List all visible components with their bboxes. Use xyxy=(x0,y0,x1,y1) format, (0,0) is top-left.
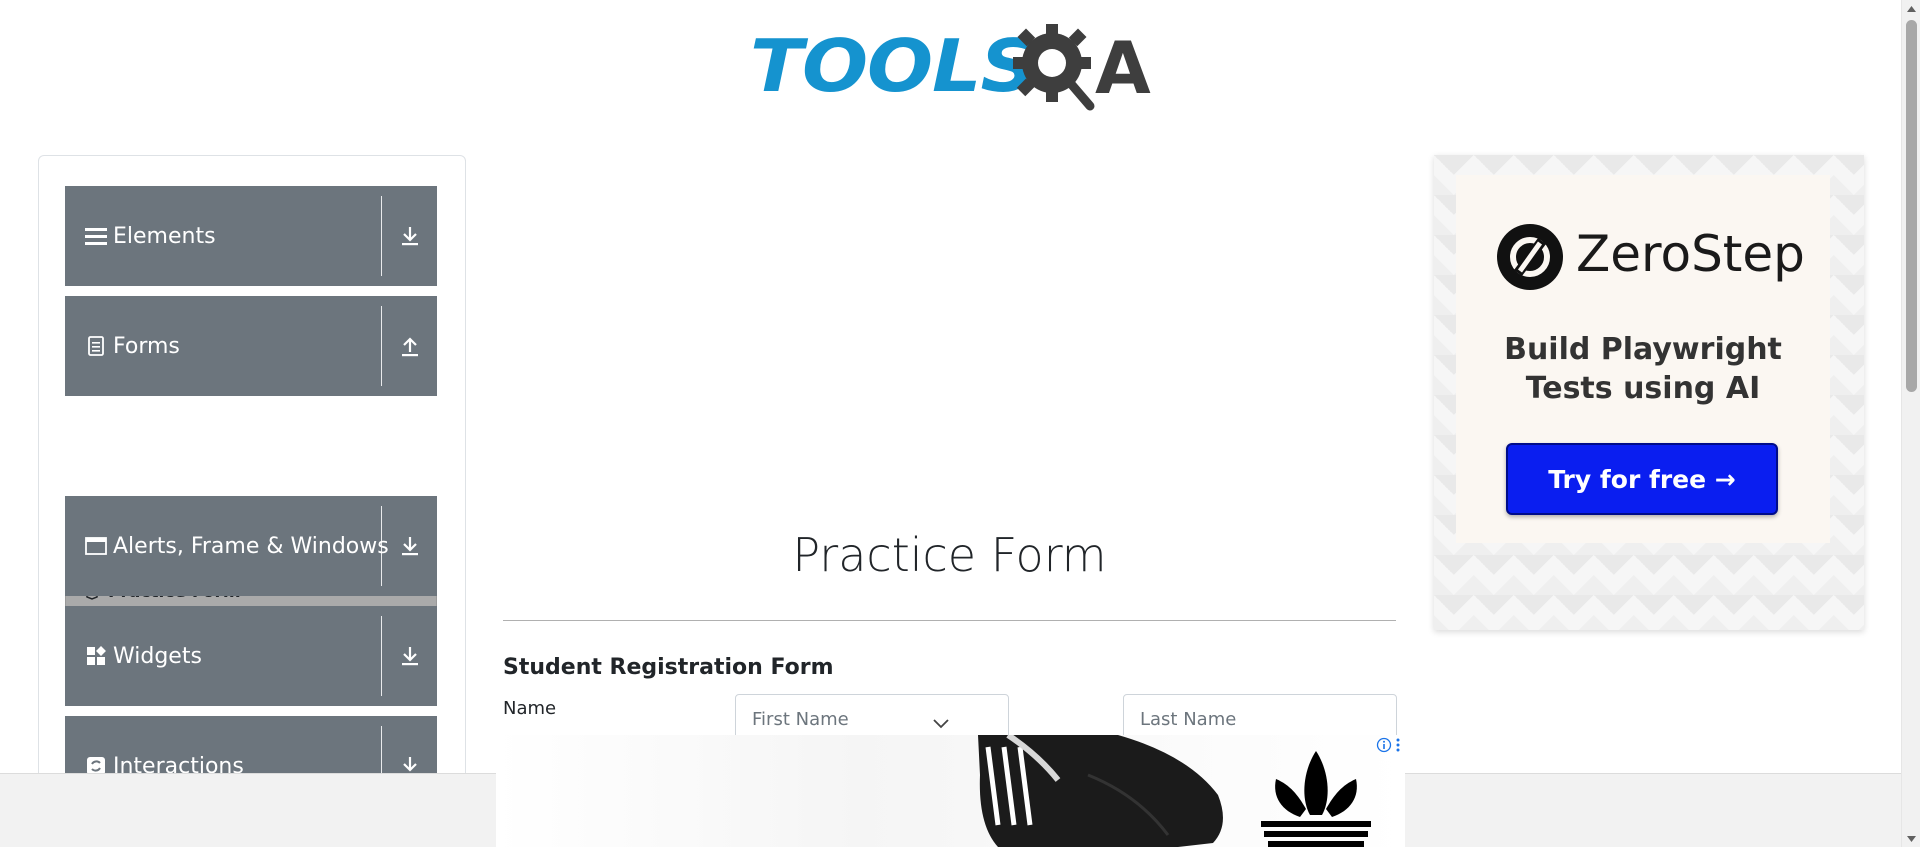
vertical-scrollbar[interactable] xyxy=(1901,0,1920,847)
scroll-down-arrow-icon[interactable] xyxy=(1902,830,1920,847)
divider xyxy=(381,616,382,696)
divider xyxy=(381,196,382,276)
ad-card: ZeroStep Build Playwright Tests using AI… xyxy=(1456,175,1830,543)
hamburger-icon xyxy=(85,225,107,247)
scroll-up-arrow-icon[interactable] xyxy=(1902,0,1920,17)
group-label: Elements xyxy=(113,223,216,249)
site-logo[interactable]: TOOLS A xyxy=(750,18,1155,113)
sidebar-group-widgets[interactable]: Widgets xyxy=(65,606,437,706)
expand-arrow-down-icon[interactable] xyxy=(390,216,430,256)
window-icon xyxy=(85,535,107,557)
ad-tagline: Build Playwright Tests using AI xyxy=(1504,332,1782,406)
group-header[interactable]: Alerts, Frame & Windows xyxy=(65,496,437,596)
form-heading: Student Registration Form xyxy=(503,655,834,680)
group-header[interactable]: Widgets xyxy=(65,606,437,706)
left-sidebar-panel: Elements Forms Practice Form xyxy=(38,155,466,847)
expand-arrow-down-icon[interactable] xyxy=(390,526,430,566)
logo-text-tools: TOOLS xyxy=(750,23,1036,108)
logo-text-a: A xyxy=(1095,26,1151,110)
ad-banner-bottom[interactable] xyxy=(496,735,1405,847)
sidebar-group-elements[interactable]: Elements xyxy=(65,186,437,286)
ad-banner-right[interactable]: ZeroStep Build Playwright Tests using AI… xyxy=(1434,155,1864,630)
try-for-free-button[interactable]: Try for free → xyxy=(1506,443,1778,515)
sidebar-group-forms[interactable]: Forms xyxy=(65,296,437,396)
title-divider xyxy=(503,620,1396,621)
group-header[interactable]: Forms xyxy=(65,296,437,396)
chevron-down-icon xyxy=(933,719,949,729)
name-label: Name xyxy=(503,698,557,719)
group-label: Widgets xyxy=(113,643,202,669)
gear-magnifier-icon xyxy=(1013,24,1095,111)
divider xyxy=(381,306,382,386)
group-header[interactable]: Elements xyxy=(65,186,437,286)
widgets-icon xyxy=(85,645,107,667)
group-label: Alerts, Frame & Windows xyxy=(113,533,389,559)
scrollbar-thumb[interactable] xyxy=(1906,20,1917,392)
ad-brand-name: ZeroStep xyxy=(1576,225,1805,283)
zerostep-logo-icon xyxy=(1497,224,1563,290)
ad-info-icon[interactable] xyxy=(1376,737,1392,753)
more-options-icon[interactable] xyxy=(1394,737,1402,753)
page-viewport: TOOLS A Elements Forms Alerts, Frame & W… xyxy=(0,0,1901,847)
page-title: Practice Form xyxy=(792,528,1107,582)
collapse-arrow-up-icon[interactable] xyxy=(390,326,430,366)
divider xyxy=(381,506,382,586)
group-label: Forms xyxy=(113,333,180,359)
ad-product-image xyxy=(978,735,1223,847)
sidebar-group-alerts-frame-windows[interactable]: Alerts, Frame & Windows xyxy=(65,496,437,596)
trefoil-logo-icon xyxy=(1261,751,1371,847)
document-icon xyxy=(85,335,107,357)
expand-arrow-down-icon[interactable] xyxy=(390,636,430,676)
